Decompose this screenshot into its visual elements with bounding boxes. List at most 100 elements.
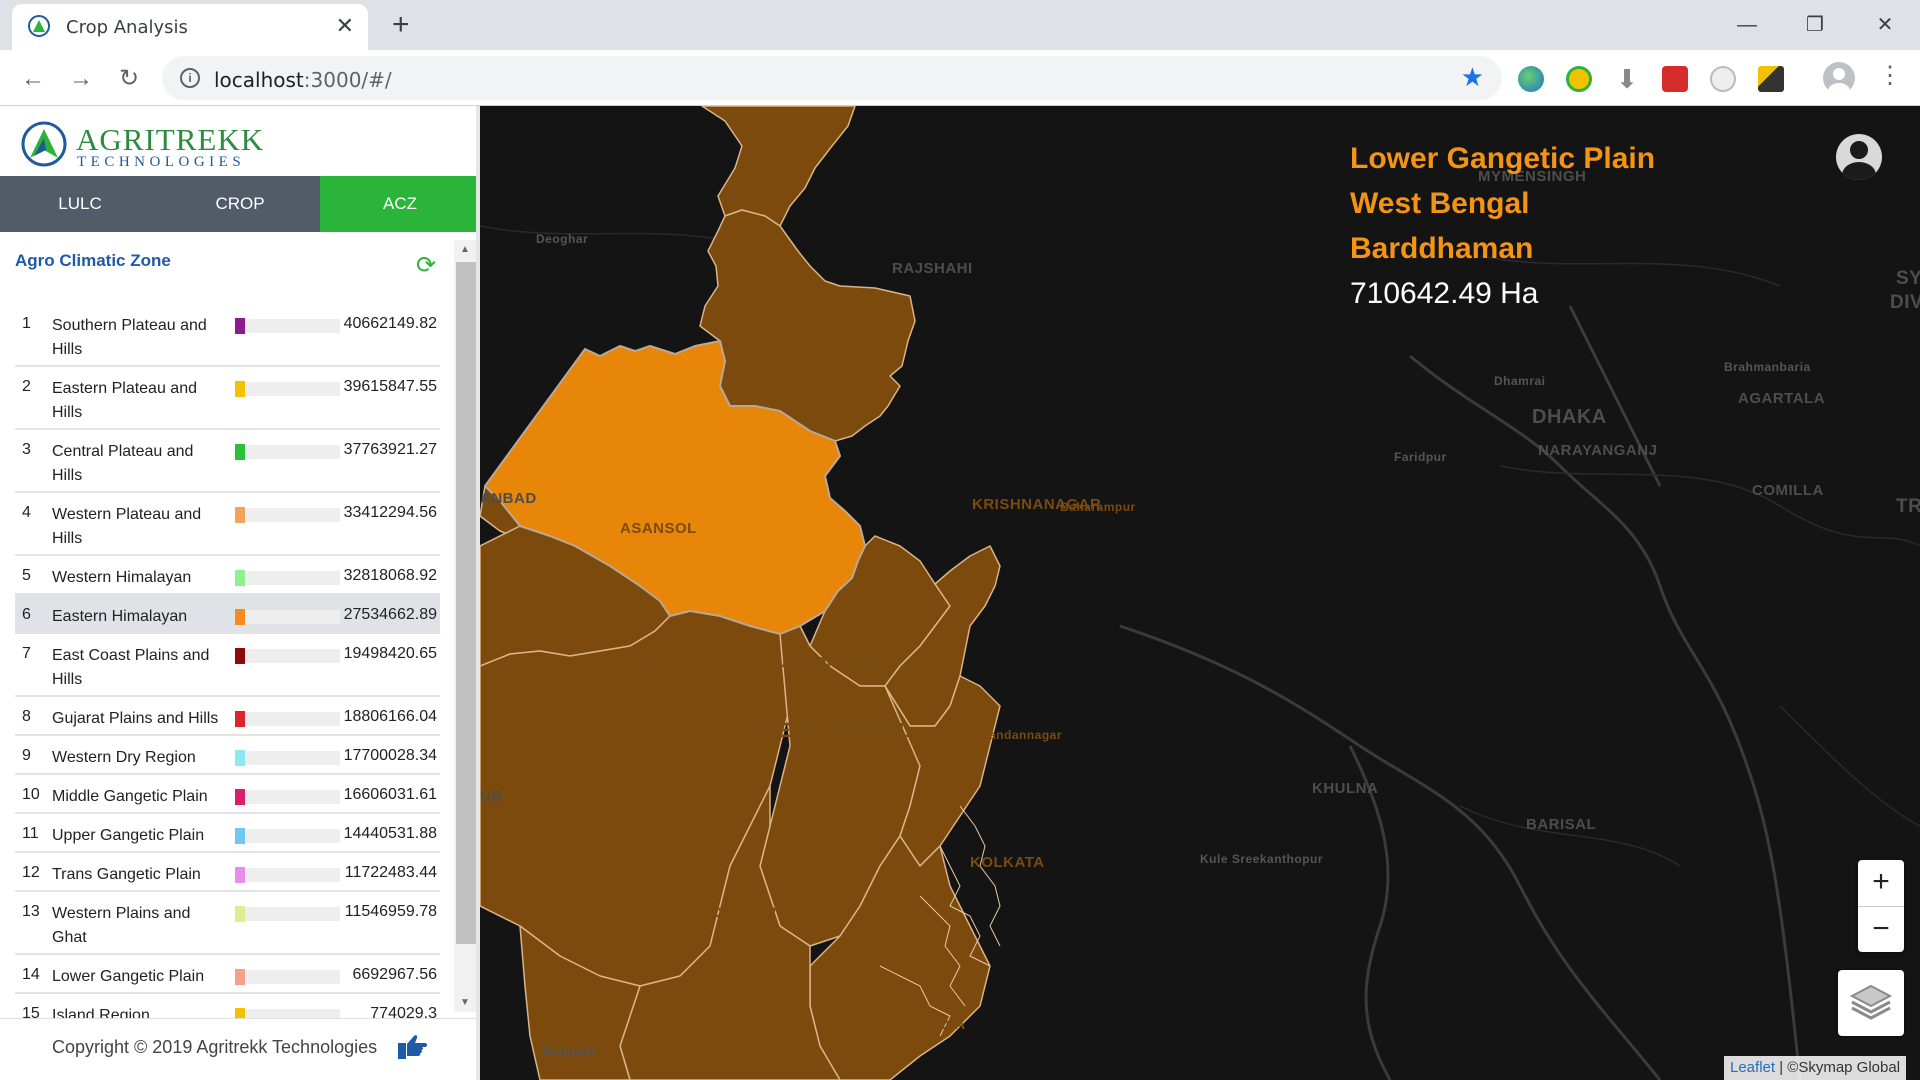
tab-crop[interactable]: CROP — [160, 176, 320, 232]
new-tab-button[interactable]: + — [392, 10, 410, 40]
pointing-hand-icon[interactable] — [396, 1033, 428, 1061]
scrollbar[interactable]: ▲ ▼ — [454, 240, 478, 1012]
zone-name: Lower Gangetic Plain — [52, 968, 205, 985]
extension-pencil-icon[interactable] — [1758, 66, 1784, 92]
zone-area-value: 33412294.56 — [343, 504, 437, 521]
zone-row[interactable]: 8 Gujarat Plains and Hills 18806166.04 — [15, 697, 440, 736]
zone-area-value: 32818068.92 — [343, 567, 437, 584]
minimize-button[interactable]: — — [1732, 10, 1762, 40]
zone-row[interactable]: 1 Southern Plateau and Hills 40662149.82 — [15, 304, 440, 367]
zone-area-bar — [245, 829, 340, 843]
user-account-icon[interactable] — [1836, 134, 1882, 180]
zone-row[interactable]: 2 Eastern Plateau and Hills 39615847.55 — [15, 367, 440, 430]
extension-download-icon[interactable]: ⬇ — [1614, 66, 1640, 92]
zone-number: 1 — [22, 315, 31, 332]
zone-number: 14 — [22, 966, 40, 983]
extension-plus-icon[interactable] — [1566, 66, 1592, 92]
leaflet-link[interactable]: Leaflet — [1730, 1059, 1775, 1076]
reload-icon[interactable]: ↻ — [112, 62, 146, 96]
tab-acz[interactable]: ACZ — [320, 176, 480, 232]
zone-color-swatch — [235, 969, 245, 985]
zone-name: Gujarat Plains and Hills — [52, 710, 219, 727]
zone-area-bar — [245, 445, 340, 459]
map-label: Bankura — [638, 658, 690, 672]
attribution-text: | ©Skymap Global — [1775, 1059, 1901, 1076]
extension-circle-icon[interactable] — [1710, 66, 1736, 92]
zone-row[interactable]: 13 Western Plains and Ghat 11546959.78 — [15, 892, 440, 955]
bookmark-star-icon[interactable]: ★ — [1461, 64, 1484, 90]
zone-area-value: 14440531.88 — [343, 825, 437, 842]
zone-row[interactable]: 10 Middle Gangetic Plain 16606031.61 — [15, 775, 440, 814]
address-bar[interactable]: i localhost:3000/#/ ★ — [162, 56, 1502, 100]
browser-menu-icon[interactable]: ⋮ — [1878, 64, 1902, 88]
zone-area-bar — [245, 571, 340, 585]
layers-icon — [1849, 984, 1893, 1020]
site-info-icon[interactable]: i — [180, 68, 200, 88]
zone-color-swatch — [235, 867, 245, 883]
map-label: KHULNA — [1312, 780, 1379, 797]
back-arrow-icon[interactable]: ← — [16, 62, 50, 96]
zone-row[interactable]: 7 East Coast Plains and Hills 19498420.65 — [15, 634, 440, 697]
map-label: MEDINIPUR — [688, 904, 777, 921]
browser-toolbar: ← → ↻ i localhost:3000/#/ ★ ⬇ ⋮ — [0, 50, 1920, 106]
tab-bar: LULC CROP ACZ — [0, 176, 480, 232]
zone-name: East Coast Plains and Hills — [52, 647, 210, 688]
zone-row[interactable]: 4 Western Plateau and Hills 33412294.56 — [15, 493, 440, 556]
zone-row[interactable]: 3 Central Plateau and Hills 37763921.27 — [15, 430, 440, 493]
scrollbar-thumb[interactable] — [456, 262, 476, 944]
agritrekk-favicon-icon — [28, 15, 50, 37]
agritrekk-logo-icon — [21, 121, 67, 167]
map-label: AGARTALA — [1738, 390, 1826, 407]
map-label: Deoghar — [536, 232, 589, 246]
zone-area-bar — [245, 712, 340, 726]
zone-area-bar — [245, 970, 340, 984]
forward-arrow-icon[interactable]: → — [64, 62, 98, 96]
scroll-down-arrow-icon[interactable]: ▼ — [460, 997, 470, 1008]
extension-globe-icon[interactable] — [1518, 66, 1544, 92]
zoom-in-button[interactable]: + — [1858, 860, 1904, 906]
zone-row[interactable]: 12 Trans Gangetic Plain 11722483.44 — [15, 853, 440, 892]
zone-area-bar — [245, 790, 340, 804]
zone-row[interactable]: 5 Western Himalayan 32818068.92 — [15, 556, 440, 595]
zone-color-swatch — [235, 906, 245, 922]
map-label: Faridpur — [1394, 450, 1447, 464]
zone-color-swatch — [235, 507, 245, 523]
url-text[interactable]: localhost:3000/#/ — [214, 68, 392, 92]
map-label: Chandannagar — [972, 728, 1063, 742]
map-label: RAJSHAHI — [892, 260, 973, 277]
layers-button[interactable] — [1838, 970, 1904, 1036]
browser-profile-icon[interactable] — [1823, 62, 1855, 94]
zone-color-swatch — [235, 381, 245, 397]
zoom-out-button[interactable]: − — [1858, 906, 1904, 952]
extension-red-icon[interactable] — [1662, 66, 1688, 92]
zone-number: 5 — [22, 567, 31, 584]
zone-color-swatch — [235, 570, 245, 586]
browser-tab[interactable]: Crop Analysis ✕ — [12, 4, 368, 50]
zone-name: Western Himalayan — [52, 569, 192, 586]
zone-row[interactable]: 9 Western Dry Region 17700028.34 — [15, 736, 440, 775]
zone-row[interactable]: 6 Eastern Himalayan 27534662.89 — [15, 595, 440, 634]
zone-row[interactable]: 14 Lower Gangetic Plain 6692967.56 — [15, 955, 440, 994]
scroll-up-arrow-icon[interactable]: ▲ — [460, 244, 470, 255]
tab-lulc[interactable]: LULC — [0, 176, 160, 232]
zone-area-value: 18806166.04 — [343, 708, 437, 725]
zone-name: Trans Gangetic Plain — [52, 866, 201, 883]
zone-area-bar — [245, 868, 340, 882]
refresh-icon[interactable]: ⟳ — [416, 254, 436, 278]
zone-area-bar — [245, 649, 340, 663]
zone-number: 12 — [22, 864, 40, 881]
map-label: Baripada — [542, 1044, 598, 1058]
map-label: BARDDHAMAN — [770, 654, 885, 671]
map-label: UR — [480, 788, 503, 805]
restore-button[interactable]: ❐ — [1800, 10, 1830, 40]
tab-close-icon[interactable]: ✕ — [336, 15, 354, 37]
zoom-control: + − — [1858, 860, 1904, 952]
close-window-button[interactable]: ✕ — [1870, 10, 1900, 40]
zone-row[interactable]: 11 Upper Gangetic Plain 14440531.88 — [15, 814, 440, 853]
zone-name: Upper Gangetic Plain — [52, 827, 205, 844]
zone-area-bar — [245, 508, 340, 522]
zone-list: 1 Southern Plateau and Hills 40662149.82 2 E… — [15, 304, 440, 1024]
zone-area-value: 16606031.61 — [343, 786, 437, 803]
zone-color-swatch — [235, 750, 245, 766]
map[interactable]: Deoghar RAJSHAHI MYMENSINGH Dhamrai DHAK… — [480, 106, 1920, 1080]
